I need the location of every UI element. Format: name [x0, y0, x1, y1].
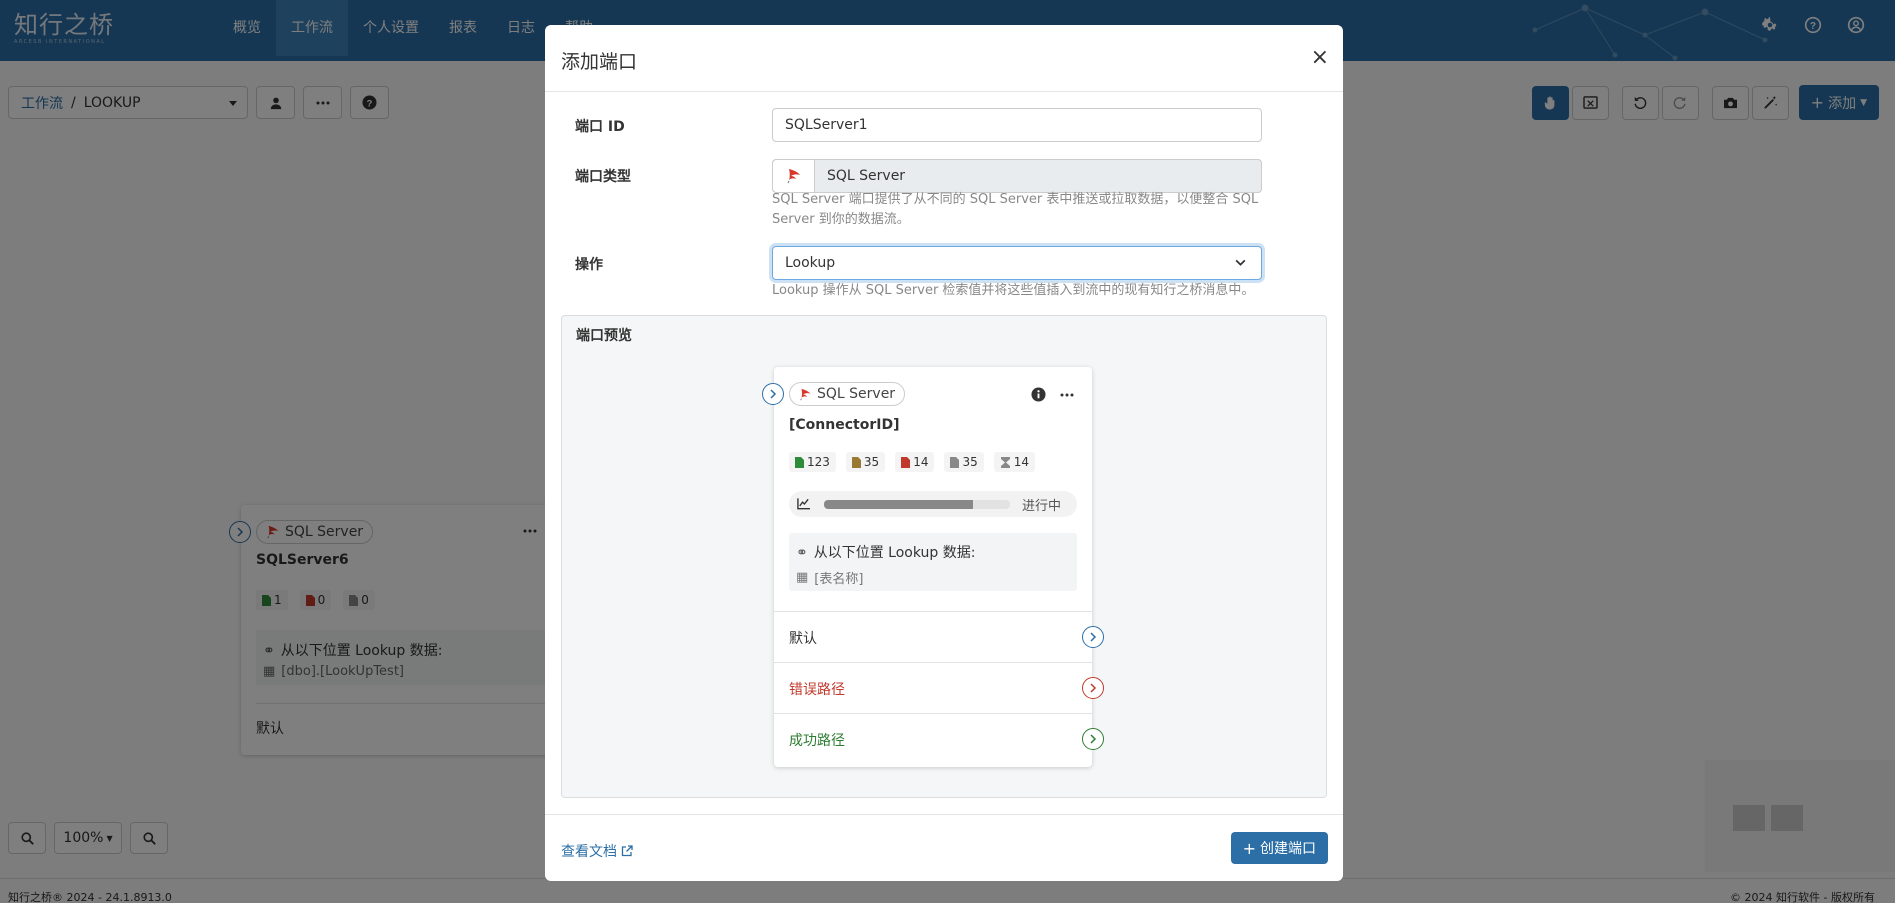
- operation-label: 操作: [575, 257, 603, 273]
- route-error: 错误路径: [774, 662, 1104, 713]
- route-success: 成功路径: [774, 713, 1104, 764]
- route-default: 默认: [774, 611, 1104, 662]
- connector-type-label: 端口类型: [575, 169, 631, 185]
- connector-preview-panel: 端口预览 SQL Server [ConnectorID] 123 35 14 …: [561, 315, 1327, 798]
- add-connector-dialog: 添加端口 × 端口 ID SQLServer1 端口类型 SQL Server …: [545, 25, 1343, 881]
- plus-icon: +: [1242, 838, 1256, 858]
- view-docs-link[interactable]: 查看文档: [561, 841, 633, 861]
- create-connector-button[interactable]: + 创建端口: [1230, 832, 1328, 864]
- chevron-down-icon: [1235, 259, 1246, 266]
- success-arrow-icon: [1082, 728, 1104, 750]
- connector-name: [ConnectorID]: [789, 417, 900, 433]
- create-connector-label: 创建端口: [1260, 841, 1316, 857]
- archived-count: 35: [845, 452, 886, 472]
- operation-select[interactable]: Lookup: [772, 246, 1262, 280]
- dialog-title: 添加端口: [561, 51, 638, 73]
- info-icon: [1031, 387, 1046, 402]
- connector-type-help: SQL Server 端口提供了从不同的 SQL Server 表中推送或拉取数…: [772, 192, 1259, 227]
- sql-server-icon: [773, 160, 815, 192]
- held-count: 14: [993, 452, 1036, 472]
- table-icon: ▦: [796, 570, 809, 585]
- ellipsis-icon: [1060, 393, 1074, 396]
- error-count: 14: [895, 452, 935, 472]
- progress-bar: [824, 499, 1010, 509]
- connector-type-field: SQL Server: [772, 159, 1262, 193]
- sql-server-icon: [799, 388, 812, 401]
- pending-count: 35: [944, 452, 984, 472]
- lookup-info: ⚭ 从以下位置 Lookup 数据: ▦ [表名称]: [789, 533, 1077, 591]
- progress-row: 进行中: [789, 491, 1077, 517]
- preview-connector-card: SQL Server [ConnectorID] 123 35 14 35 14…: [762, 367, 1104, 767]
- close-icon[interactable]: ×: [1311, 47, 1329, 69]
- progress-status: 进行中: [1022, 498, 1062, 514]
- output-arrow-icon: [1082, 626, 1104, 648]
- preview-label: 端口预览: [576, 328, 632, 344]
- connector-type-badge: SQL Server: [789, 382, 906, 406]
- input-arrow-icon: [762, 383, 784, 405]
- processed-count: 123: [789, 452, 836, 472]
- external-link-icon: [621, 845, 633, 857]
- operation-help: Lookup 操作从 SQL Server 检索值并将这些值插入到流中的现有知行…: [772, 283, 1255, 298]
- link-icon: ⚭: [796, 545, 808, 561]
- line-chart-icon: [797, 498, 810, 510]
- connector-id-input[interactable]: SQLServer1: [772, 108, 1262, 142]
- error-arrow-icon: [1082, 677, 1104, 699]
- hourglass-icon: [1000, 456, 1010, 468]
- connector-id-label: 端口 ID: [575, 119, 625, 135]
